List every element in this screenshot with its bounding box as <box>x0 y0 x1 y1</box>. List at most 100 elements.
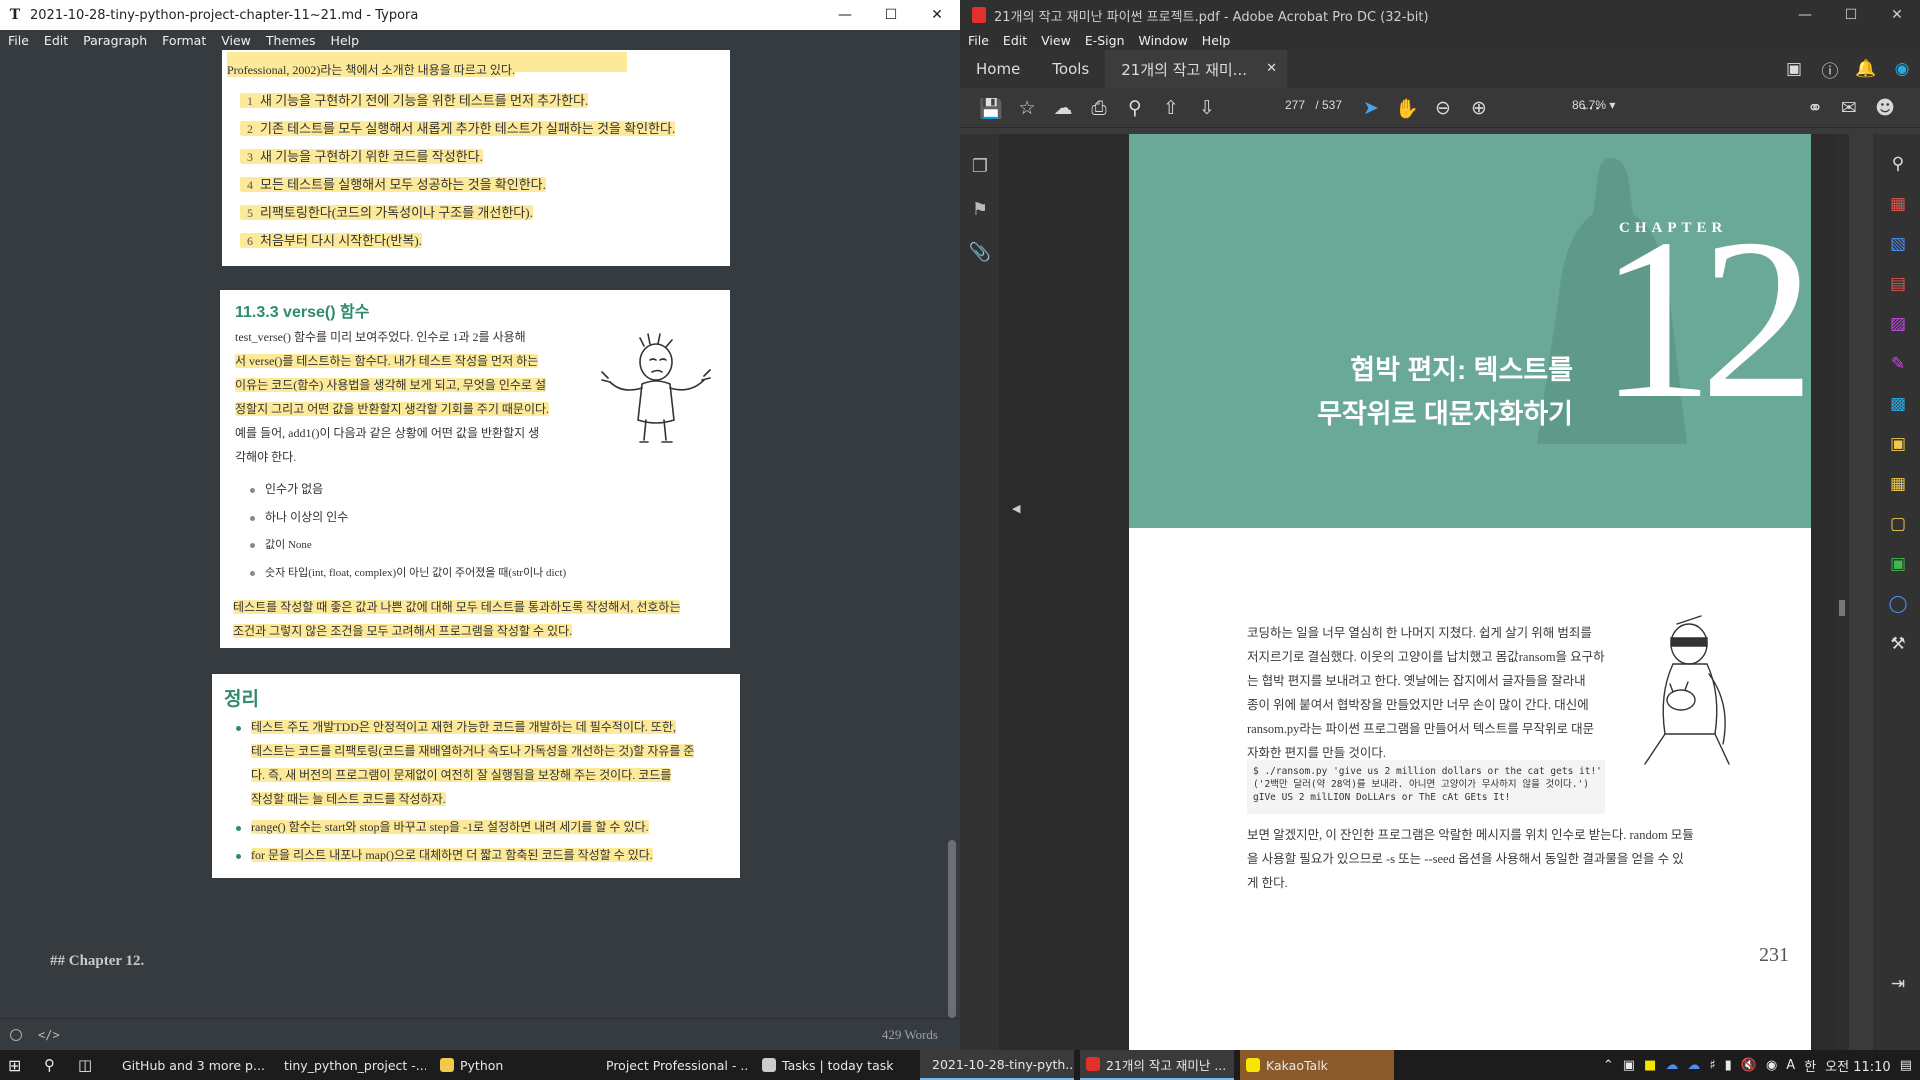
start-windows-icon[interactable]: ⊞ <box>8 1050 21 1080</box>
acrobat-window: 21개의 작고 재미난 파이썬 프로젝트.pdf - Adobe Acrobat… <box>960 0 1920 1050</box>
link-tool-icon[interactable]: ⚭ <box>1802 97 1828 119</box>
menu-view[interactable]: View <box>221 33 251 48</box>
upload-cloud-icon[interactable]: ☁ <box>1050 97 1076 119</box>
save-icon[interactable]: 💾 <box>978 97 1004 120</box>
tray-app-icon[interactable]: ▣ <box>1623 1058 1635 1073</box>
menu-format[interactable]: Format <box>162 33 206 48</box>
share-user-icon[interactable]: ☻ <box>1872 97 1898 119</box>
close-tab-icon[interactable]: ✕ <box>1266 61 1277 76</box>
taskbar-item-python-folder[interactable]: Python <box>440 1050 588 1080</box>
menu-file[interactable]: File <box>8 33 29 48</box>
page-number-input[interactable]: 277 <box>1278 98 1312 112</box>
comment-icon[interactable]: ▢ <box>1875 514 1920 534</box>
bookmarks-icon[interactable]: ⚑ <box>960 199 1000 220</box>
page-thumbnails-icon[interactable]: ❐ <box>960 156 1000 177</box>
hand-tool-icon[interactable]: ✋ <box>1394 97 1420 120</box>
bookmark-star-icon[interactable]: ☆ <box>1014 97 1040 119</box>
collapse-left-pane-icon[interactable]: ◀ <box>1012 502 1020 515</box>
notification-center-icon[interactable]: ▤ <box>1900 1058 1912 1073</box>
next-page-icon[interactable]: ⇩ <box>1194 97 1220 119</box>
task-view-icon[interactable]: ◫ <box>78 1050 92 1080</box>
menu-window[interactable]: Window <box>1139 33 1188 48</box>
collapse-tools-pane-icon[interactable]: ⇥ <box>1875 974 1920 994</box>
kakaotalk-tray-icon[interactable]: ■ <box>1644 1058 1656 1073</box>
previous-page-icon[interactable]: ⇧ <box>1158 97 1184 119</box>
zoom-out-icon[interactable]: ⊖ <box>1430 97 1456 119</box>
taskbar-item-edge-tiny-python[interactable]: tiny_python_project -... <box>278 1050 426 1080</box>
select-arrow-icon[interactable]: ➤ <box>1358 97 1384 119</box>
close-icon[interactable]: ✕ <box>1874 0 1920 30</box>
zoom-search-icon[interactable]: ⚲ <box>1875 154 1920 174</box>
typora-scrollbar[interactable] <box>948 50 956 1018</box>
tab-tools[interactable]: Tools <box>1036 50 1105 88</box>
protect-shield-icon[interactable]: ◯ <box>1875 594 1920 614</box>
document-scroll-thumb[interactable] <box>1839 600 1845 616</box>
share-screen-icon[interactable]: ▣ <box>1776 59 1812 79</box>
close-icon[interactable]: ✕ <box>914 0 960 30</box>
menu-help[interactable]: Help <box>331 33 360 48</box>
print-production-icon[interactable]: ▣ <box>1875 554 1920 574</box>
chapter-title-line: 무작위로 대문자화하기 <box>1317 399 1573 429</box>
combine-files-icon[interactable]: ▧ <box>1875 234 1920 254</box>
find-zoom-icon[interactable]: ⚲ <box>1122 97 1148 119</box>
taskbar-item-project-professional[interactable]: Project Professional - ... <box>600 1050 748 1080</box>
request-signature-icon[interactable]: ▦ <box>1875 474 1920 494</box>
typora-editor[interactable]: Professional, 2002)라는 책에서 소개한 내용을 따르고 있다… <box>0 50 960 1018</box>
customize-tools-icon[interactable]: ⚒ <box>1875 634 1920 654</box>
wifi-icon[interactable]: ◉ <box>1766 1058 1777 1073</box>
edit-pdf-pen-icon[interactable]: ✎ <box>1875 354 1920 374</box>
maximize-icon[interactable]: ☐ <box>868 0 914 30</box>
menu-help[interactable]: Help <box>1202 33 1231 48</box>
tab-document[interactable]: 21개의 작고 재미... ✕ <box>1105 50 1287 88</box>
clock[interactable]: 오전 11:10 <box>1825 1056 1891 1075</box>
maximize-icon[interactable]: ☐ <box>1828 0 1874 30</box>
source-mode-icon[interactable]: </> <box>38 1028 60 1042</box>
taskbar-item-tasks[interactable]: Tasks | today task <box>762 1050 910 1080</box>
menu-view[interactable]: View <box>1041 33 1071 48</box>
menu-esign[interactable]: E-Sign <box>1085 33 1125 48</box>
taskbar-item-edge-github[interactable]: GitHub and 3 more p... <box>116 1050 264 1080</box>
document-canvas[interactable]: ◀ CHAPTER 12 협박 편지: 텍스트를 무작위로 대문자화하기 코딩하… <box>1000 134 1835 1050</box>
chapter-number: 12 <box>1599 191 1811 446</box>
ime-mode-indicator[interactable]: A <box>1786 1058 1795 1073</box>
taskbar-item-kakaotalk[interactable]: KakaoTalk <box>1240 1050 1394 1080</box>
account-avatar-icon[interactable]: ◉ <box>1884 59 1920 79</box>
more-tools-icon[interactable]: ⋯ <box>1578 97 1604 119</box>
zoom-in-icon[interactable]: ⊕ <box>1466 97 1492 119</box>
volume-muted-icon[interactable]: 🔇 <box>1741 1058 1757 1073</box>
organize-pages-icon[interactable]: ▤ <box>1875 274 1920 294</box>
email-icon[interactable]: ✉ <box>1836 97 1862 119</box>
scan-ocr-icon[interactable]: ▣ <box>1875 434 1920 454</box>
search-icon[interactable]: ⚲ <box>44 1050 55 1080</box>
bluetooth-icon[interactable]: ♯ <box>1709 1058 1715 1073</box>
menu-paragraph[interactable]: Paragraph <box>83 33 147 48</box>
typora-scroll-thumb[interactable] <box>948 840 956 1018</box>
create-pdf-icon[interactable]: ▦ <box>1875 194 1920 214</box>
show-hidden-icons-icon[interactable]: ⌃ <box>1603 1058 1614 1073</box>
intro-line: ransom.py라는 파이썬 프로그램을 만들어서 텍스트를 무작위로 대문 <box>1247 722 1595 736</box>
masked-man-with-cat-illustration <box>1644 615 1730 765</box>
attachments-icon[interactable]: 📎 <box>960 242 1000 263</box>
minimize-icon[interactable]: — <box>822 0 868 30</box>
onedrive-icon[interactable]: ☁ <box>1665 1058 1678 1073</box>
document-scrollbar[interactable] <box>1835 134 1849 1050</box>
battery-icon[interactable]: ▮ <box>1725 1058 1732 1073</box>
taskbar-item-typora[interactable]: 2021-10-28-tiny-pyth... <box>920 1050 1074 1080</box>
menu-edit[interactable]: Edit <box>1003 33 1027 48</box>
input-language-indicator[interactable]: 한 <box>1804 1056 1816 1075</box>
menu-file[interactable]: File <box>968 33 989 48</box>
minimize-icon[interactable]: — <box>1782 0 1828 30</box>
taskbar-item-acrobat[interactable]: 21개의 작고 재미난 ... <box>1080 1050 1234 1080</box>
help-icon[interactable]: ⓘ <box>1812 57 1848 82</box>
word-count[interactable]: 429 Words <box>882 1027 938 1043</box>
notification-bell-icon[interactable]: 🔔 <box>1848 59 1884 79</box>
menu-edit[interactable]: Edit <box>44 33 68 48</box>
export-pdf-icon[interactable]: ▨ <box>1875 314 1920 334</box>
fill-sign-icon[interactable]: ▩ <box>1875 394 1920 414</box>
markdown-heading-chapter-12[interactable]: ## Chapter 12. <box>50 953 144 970</box>
onedrive-business-icon[interactable]: ☁ <box>1687 1058 1700 1073</box>
outline-toggle-icon[interactable] <box>10 1028 22 1041</box>
menu-themes[interactable]: Themes <box>266 33 316 48</box>
tab-home[interactable]: Home <box>960 50 1036 88</box>
print-icon[interactable]: ⎙ <box>1086 97 1112 119</box>
